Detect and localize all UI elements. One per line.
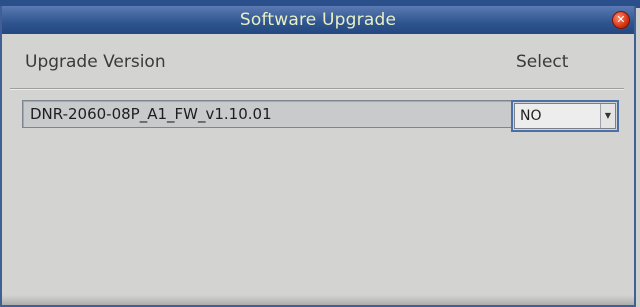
firmware-row[interactable]: DNR-2060-08P_A1_FW_v1.10.01: [22, 100, 512, 128]
firmware-version-label: DNR-2060-08P_A1_FW_v1.10.01: [30, 105, 272, 123]
dialog-title: Software Upgrade: [239, 10, 397, 30]
chevron-down-icon[interactable]: ▼: [600, 104, 615, 128]
screen: Software Upgrade ✕ Upgrade Version Selec…: [0, 0, 640, 307]
close-icon[interactable]: ✕: [612, 11, 630, 29]
column-header-upgrade-version: Upgrade Version: [25, 52, 166, 72]
bottom-shade: [2, 295, 634, 305]
dialog-titlebar: Software Upgrade ✕: [2, 6, 634, 34]
select-dropdown[interactable]: NO ▼: [514, 103, 616, 129]
select-dropdown-value: NO: [520, 108, 542, 124]
software-upgrade-dialog: Software Upgrade ✕ Upgrade Version Selec…: [0, 6, 636, 307]
column-header-select: Select: [516, 52, 569, 72]
